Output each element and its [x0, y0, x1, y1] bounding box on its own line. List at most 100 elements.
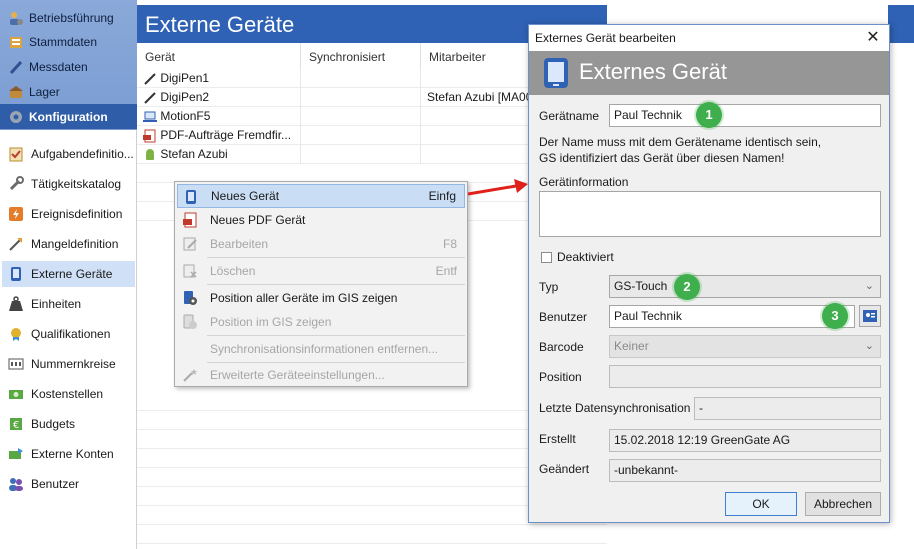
sidebar-item-kostenstellen[interactable]: Kostenstellen — [2, 381, 135, 407]
device-name: Stefan Azubi — [160, 147, 228, 161]
sidebar-item-externe-geraete[interactable]: Externe Geräte — [2, 261, 135, 287]
number-range-icon — [8, 356, 24, 372]
menu-item-bearbeiten[interactable]: Bearbeiten F8 — [177, 232, 465, 256]
geaendert-label: Geändert — [539, 462, 590, 476]
cancel-button[interactable]: Abbrechen — [805, 492, 881, 516]
cell-geraet: MotionF5 — [137, 107, 301, 126]
context-menu: Neues Gerät Einfg Neues PDF Gerät Bearbe… — [174, 181, 468, 387]
typ-value: GS-Touch — [614, 279, 668, 293]
device-name: PDF-Aufträge Fremdfir... — [160, 128, 292, 142]
sidebar-top-nav: Betriebsführung Stammdaten Messdaten Lag… — [0, 0, 137, 130]
sidebar-item-label: Budgets — [31, 417, 76, 431]
red-arrow-annotation — [467, 179, 528, 196]
chevron-down-icon: ⌄ — [864, 340, 874, 352]
digipen-icon — [143, 72, 157, 86]
geraetinformation-textarea[interactable] — [539, 191, 881, 237]
menu-item-erweiterte-einstellungen[interactable]: Erweiterte Geräteeinstellungen... — [177, 363, 465, 387]
menu-item-label: Position im GIS zeigen — [210, 315, 332, 329]
settings-wand-icon — [182, 367, 198, 383]
geaendert-field[interactable]: -unbekannt- — [609, 459, 881, 482]
sidebar-item-externe-konten[interactable]: Externe Konten — [2, 441, 135, 467]
menu-item-neues-geraet[interactable]: Neues Gerät Einfg — [177, 184, 465, 208]
sidebar-item-budgets[interactable]: € Budgets — [2, 411, 135, 437]
laptop-icon — [143, 110, 157, 124]
menu-item-label: Erweiterte Geräteeinstellungen... — [210, 368, 385, 382]
typ-select[interactable]: GS-Touch ⌄ — [609, 275, 881, 298]
sidebar-item-mangeldefinition[interactable]: Mangeldefinition — [2, 231, 135, 257]
sync-field[interactable]: - — [694, 397, 881, 420]
erstellt-field[interactable]: 15.02.2018 12:19 GreenGate AG — [609, 429, 881, 452]
cell-sync — [301, 107, 421, 126]
sidebar-item-label: Externe Geräte — [31, 267, 113, 281]
column-header-geraet[interactable]: Gerät — [137, 43, 301, 71]
benutzer-field[interactable]: Paul Technik — [609, 305, 855, 328]
dialog-window-title: Externes Gerät bearbeiten — [535, 31, 676, 45]
edit-device-dialog: Externes Gerät bearbeiten ✕ Externes Ger… — [528, 24, 890, 523]
sidebar-item-ereignisdefinition[interactable]: Ereignisdefinition — [2, 201, 135, 227]
nav-item-label: Betriebsführung — [29, 10, 114, 25]
cell-geraet: Stefan Azubi — [137, 145, 301, 164]
sidebar-item-einheiten[interactable]: Einheiten — [2, 291, 135, 317]
cell-sync — [301, 126, 421, 145]
sidebar-item-label: Nummernkreise — [31, 357, 116, 371]
ok-button[interactable]: OK — [725, 492, 797, 516]
cell-sync — [301, 88, 421, 107]
sidebar-item-nummernkreise[interactable]: Nummernkreise — [2, 351, 135, 377]
digipen-icon — [143, 91, 157, 105]
lightning-icon — [8, 206, 24, 222]
barcode-select[interactable]: Keiner ⌄ — [609, 335, 881, 358]
user-picker-button[interactable] — [859, 305, 881, 327]
sidebar-item-label: Einheiten — [31, 297, 82, 311]
dialog-banner: Externes Gerät — [529, 51, 889, 95]
budget-icon: € — [8, 416, 24, 432]
gis-icon — [182, 314, 198, 330]
cell-sync — [301, 145, 421, 164]
nav-item-lager[interactable]: Lager — [0, 79, 137, 104]
header-extension — [888, 5, 914, 43]
menu-item-sync-info-entfernen[interactable]: Synchronisationsinformationen entfernen.… — [177, 337, 465, 361]
menu-item-shortcut: Entf — [435, 264, 457, 278]
position-field[interactable] — [609, 365, 881, 388]
menu-item-label: Löschen — [210, 264, 256, 278]
sidebar-item-benutzer[interactable]: Benutzer — [2, 471, 135, 497]
nav-item-betriebsfuehrung[interactable]: Betriebsführung — [0, 5, 137, 30]
tools-icon — [8, 236, 24, 252]
column-header-synchronisiert[interactable]: Synchronisiert — [301, 43, 421, 71]
users-icon — [8, 476, 24, 492]
menu-item-shortcut: Einfg — [428, 189, 456, 203]
close-icon[interactable]: ✕ — [863, 28, 883, 48]
pdf-icon — [143, 129, 157, 143]
cell-geraet: DigiPen1 — [137, 69, 301, 88]
sidebar-item-label: Ereignisdefinition — [31, 207, 123, 221]
position-label: Position — [539, 370, 582, 384]
sidebar-item-qualifikationen[interactable]: Qualifikationen — [2, 321, 135, 347]
sidebar-item-label: Kostenstellen — [31, 387, 104, 401]
sidebar-item-label: Benutzer — [31, 477, 80, 491]
nav-item-stammdaten[interactable]: Stammdaten — [0, 29, 137, 54]
menu-item-position-alle-gis[interactable]: Position aller Geräte im GIS zeigen — [177, 286, 465, 310]
deaktiviert-checkbox[interactable] — [541, 252, 552, 263]
android-icon — [143, 148, 157, 162]
sidebar-item-aufgabendefinition[interactable]: Aufgabendefinitio... — [2, 141, 135, 167]
edit-icon — [182, 236, 198, 252]
menu-item-label: Neues Gerät — [211, 189, 280, 203]
pen-icon — [8, 59, 24, 75]
badge-3: 3 — [822, 303, 848, 329]
certificate-icon — [8, 326, 24, 342]
dialog-titlebar: Externes Gerät bearbeiten ✕ — [529, 25, 889, 51]
device-name: MotionF5 — [160, 109, 211, 123]
dialog-banner-title: Externes Gerät — [579, 59, 727, 84]
menu-item-neues-pdf-geraet[interactable]: Neues PDF Gerät — [177, 208, 465, 232]
menu-separator — [207, 284, 465, 285]
user-select-icon — [862, 308, 878, 324]
transfer-icon — [8, 446, 24, 462]
menu-item-loeschen[interactable]: Löschen Entf — [177, 259, 465, 283]
geraetname-field[interactable]: Paul Technik — [609, 104, 881, 127]
nav-item-messdaten[interactable]: Messdaten — [0, 54, 137, 79]
menu-item-position-gis[interactable]: Position im GIS zeigen — [177, 310, 465, 334]
nav-item-konfiguration[interactable]: Konfiguration — [0, 104, 137, 129]
checklist-icon — [8, 146, 24, 162]
sidebar-item-taetigkeitskatalog[interactable]: Tätigkeitskatalog — [2, 171, 135, 197]
nav-item-label: Konfiguration — [29, 109, 108, 124]
menu-item-label: Neues PDF Gerät — [210, 213, 306, 227]
